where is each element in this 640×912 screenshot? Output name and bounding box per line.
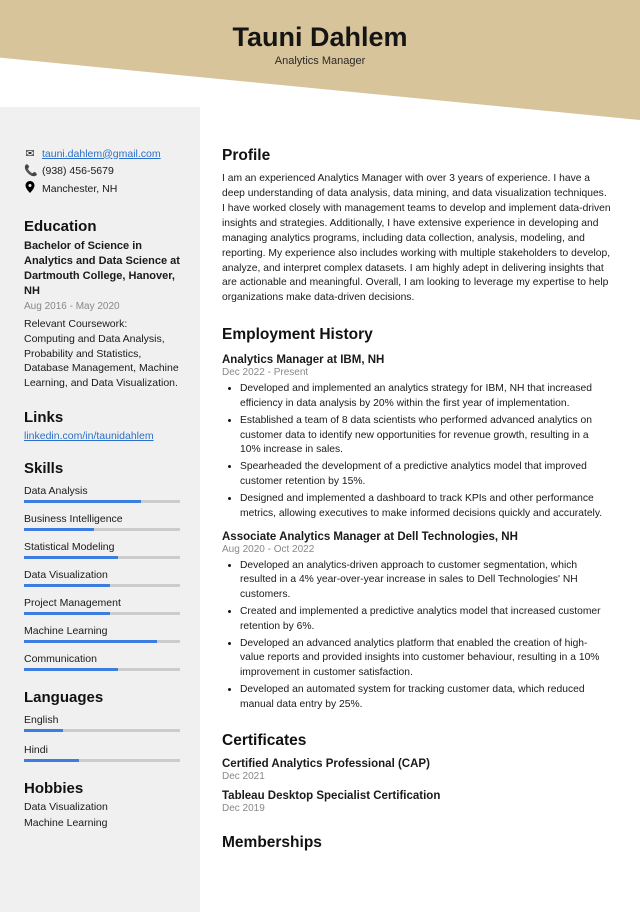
job-bullet: Developed an advanced analytics platform…	[240, 637, 612, 680]
certificates-heading: Certificates	[222, 732, 612, 750]
education-heading: Education	[24, 218, 180, 235]
language-name: Hindi	[24, 740, 180, 756]
location-icon	[24, 181, 36, 196]
memberships-heading: Memberships	[222, 834, 612, 852]
skill-item: Statistical Modeling	[24, 537, 180, 559]
email-icon: ✉	[24, 147, 36, 160]
skills-heading: Skills	[24, 460, 180, 477]
phone-icon: 📞	[24, 164, 36, 177]
skill-bar	[24, 584, 180, 587]
language-level	[24, 759, 79, 762]
skill-bar	[24, 612, 180, 615]
skill-item: Data Visualization	[24, 565, 180, 587]
job-bullet: Created and implemented a predictive ana…	[240, 605, 612, 634]
skill-level	[24, 584, 110, 587]
job-bullet: Developed and implemented an analytics s…	[240, 382, 612, 411]
phone-text: (938) 456-5679	[42, 165, 114, 177]
skill-name: Project Management	[24, 593, 180, 609]
language-bar	[24, 729, 180, 732]
link[interactable]: linkedin.com/in/taunidahlem	[24, 430, 154, 442]
education-degree: Bachelor of Science in Analytics and Dat…	[24, 239, 180, 298]
cert-date: Dec 2021	[222, 771, 612, 782]
skill-level	[24, 500, 141, 503]
employment-heading: Employment History	[222, 326, 612, 344]
hobbies-heading: Hobbies	[24, 780, 180, 797]
person-name: Tauni Dahlem	[0, 22, 640, 53]
skill-name: Statistical Modeling	[24, 537, 180, 553]
contact-phone-row: 📞 (938) 456-5679	[24, 164, 180, 177]
job-bullet: Spearheaded the development of a predict…	[240, 460, 612, 489]
job-bullet: Developed an automated system for tracki…	[240, 683, 612, 712]
job-dates: Dec 2022 - Present	[222, 367, 612, 378]
job-bullet: Developed an analytics-driven approach t…	[240, 559, 612, 602]
job-title: Associate Analytics Manager at Dell Tech…	[222, 531, 612, 543]
skill-bar	[24, 528, 180, 531]
language-bar	[24, 759, 180, 762]
skill-bar	[24, 500, 180, 503]
cert-date: Dec 2019	[222, 803, 612, 814]
hobby-item: Machine Learning	[24, 817, 180, 831]
job-bullets: Developed an analytics-driven approach t…	[222, 559, 612, 712]
skill-name: Data Visualization	[24, 565, 180, 581]
link-item: linkedin.com/in/taunidahlem	[24, 430, 180, 442]
profile-heading: Profile	[222, 147, 612, 165]
language-name: English	[24, 710, 180, 726]
skill-item: Machine Learning	[24, 621, 180, 643]
job-bullet: Established a team of 8 data scientists …	[240, 414, 612, 457]
skill-level	[24, 612, 110, 615]
email-link[interactable]: tauni.dahlem@gmail.com	[42, 148, 161, 160]
education-desc: Relevant Coursework: Computing and Data …	[24, 317, 180, 390]
skill-item: Communication	[24, 649, 180, 671]
sidebar: ✉ tauni.dahlem@gmail.com 📞 (938) 456-567…	[0, 107, 200, 912]
hobby-item: Data Visualization	[24, 801, 180, 815]
language-level	[24, 729, 63, 732]
skill-name: Data Analysis	[24, 481, 180, 497]
contact-email-row: ✉ tauni.dahlem@gmail.com	[24, 147, 180, 160]
skill-name: Machine Learning	[24, 621, 180, 637]
language-item: English	[24, 710, 180, 732]
skill-level	[24, 556, 118, 559]
location-text: Manchester, NH	[42, 183, 117, 195]
header: Tauni Dahlem Analytics Manager	[0, 0, 640, 107]
links-heading: Links	[24, 409, 180, 426]
skill-bar	[24, 640, 180, 643]
job-bullet: Designed and implemented a dashboard to …	[240, 492, 612, 521]
education-dates: Aug 2016 - May 2020	[24, 301, 180, 312]
language-item: Hindi	[24, 740, 180, 762]
skill-level	[24, 668, 118, 671]
skill-name: Business Intelligence	[24, 509, 180, 525]
languages-heading: Languages	[24, 689, 180, 706]
person-title: Analytics Manager	[0, 55, 640, 67]
job-title: Analytics Manager at IBM, NH	[222, 354, 612, 366]
skill-item: Data Analysis	[24, 481, 180, 503]
skill-item: Project Management	[24, 593, 180, 615]
contact-location-row: Manchester, NH	[24, 181, 180, 196]
cert-title: Certified Analytics Professional (CAP)	[222, 758, 612, 770]
skill-bar	[24, 556, 180, 559]
job-bullets: Developed and implemented an analytics s…	[222, 382, 612, 521]
skill-level	[24, 528, 94, 531]
job-dates: Aug 2020 - Oct 2022	[222, 544, 612, 555]
skill-name: Communication	[24, 649, 180, 665]
skill-level	[24, 640, 157, 643]
cert-title: Tableau Desktop Specialist Certification	[222, 790, 612, 802]
skill-bar	[24, 668, 180, 671]
profile-text: I am an experienced Analytics Manager wi…	[222, 172, 612, 306]
main-content: Profile I am an experienced Analytics Ma…	[200, 107, 640, 912]
skill-item: Business Intelligence	[24, 509, 180, 531]
